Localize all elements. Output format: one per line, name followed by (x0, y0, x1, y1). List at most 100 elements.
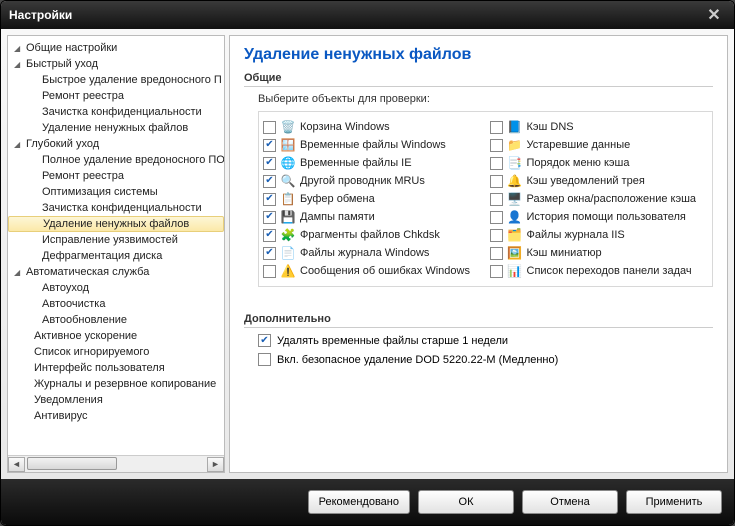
tree-item[interactable]: Удаление ненужных файлов (8, 120, 224, 136)
tree-item[interactable]: Уведомления (8, 392, 224, 408)
tree-item[interactable]: Активное ускорение (8, 328, 224, 344)
option-label: Файлы журнала IIS (527, 229, 625, 241)
tree-item[interactable]: Оптимизация системы (8, 184, 224, 200)
tree-item[interactable]: Интерфейс пользователя (8, 360, 224, 376)
tree-item[interactable]: Список игнорируемого (8, 344, 224, 360)
scroll-right-button[interactable]: ► (207, 457, 224, 472)
option-secure-delete[interactable]: Вкл. безопасное удаление DOD 5220.22-M (… (258, 353, 713, 366)
right-option[interactable]: 📁Устаревшие данные (490, 136, 709, 154)
tree-item[interactable]: Ремонт реестра (8, 88, 224, 104)
left-option[interactable]: 🧩Фрагменты файлов Chkdsk (263, 226, 482, 244)
titlebar[interactable]: Настройки ✕ (1, 1, 734, 29)
left-option[interactable]: 💾Дампы памяти (263, 208, 482, 226)
tree-item-label: Зачистка конфиденциальности (42, 106, 202, 118)
option-icon: 🗂️ (507, 227, 523, 243)
checkbox[interactable] (490, 247, 503, 260)
option-label: Корзина Windows (300, 121, 390, 133)
right-option[interactable]: 🗂️ Файлы журнала IIS (490, 226, 709, 244)
tree-item-label: Активное ускорение (34, 330, 137, 342)
right-option[interactable]: 📑 Порядок меню кэша (490, 154, 709, 172)
left-option[interactable]: 🗑️Корзина Windows (263, 118, 482, 136)
left-option[interactable]: 📋Буфер обмена (263, 190, 482, 208)
recommended-button[interactable]: Рекомендовано (308, 490, 410, 514)
tree-item[interactable]: Журналы и резервное копирование (8, 376, 224, 392)
ok-button[interactable]: ОК (418, 490, 514, 514)
option-icon: ⚠️ (280, 263, 296, 279)
left-option[interactable]: 🌐Временные файлы IE (263, 154, 482, 172)
tree-item[interactable]: Зачистка конфиденциальности (8, 200, 224, 216)
scroll-thumb[interactable] (27, 457, 117, 470)
checkbox[interactable] (490, 211, 503, 224)
checkbox[interactable] (263, 121, 276, 134)
checkbox[interactable] (490, 175, 503, 188)
tree-item[interactable]: Автоуход (8, 280, 224, 296)
settings-tree: Общие настройкиБыстрый уходБыстрое удале… (8, 36, 224, 428)
tree-item[interactable]: Антивирус (8, 408, 224, 424)
tree-item[interactable]: Автообновление (8, 312, 224, 328)
checkbox[interactable] (263, 211, 276, 224)
checkbox[interactable] (263, 229, 276, 242)
tree-item-label: Список игнорируемого (34, 346, 149, 358)
option-icon: 📄 (280, 245, 296, 261)
checkbox[interactable] (263, 247, 276, 260)
option-delete-old-temp[interactable]: Удалять временные файлы старше 1 недели (258, 334, 713, 347)
checkbox[interactable] (490, 229, 503, 242)
option-label: Порядок меню кэша (527, 157, 630, 169)
tree-item-label: Дефрагментация диска (42, 250, 162, 262)
option-icon: 🖼️ (507, 245, 523, 261)
tree-item-label: Интерфейс пользователя (34, 362, 165, 374)
left-option[interactable]: 🔍Другой проводник MRUs (263, 172, 482, 190)
checkbox[interactable] (490, 139, 503, 152)
checkbox[interactable] (263, 175, 276, 188)
right-option[interactable]: 🔔Кэш уведомлений трея (490, 172, 709, 190)
horizontal-scrollbar[interactable]: ◄ ► (8, 455, 224, 472)
checkbox[interactable] (263, 193, 276, 206)
tree-item[interactable]: Общие настройки (8, 40, 224, 56)
cancel-button[interactable]: Отмена (522, 490, 618, 514)
right-option[interactable]: 👤История помощи пользователя (490, 208, 709, 226)
checkbox[interactable] (490, 157, 503, 170)
tree-item[interactable]: Автоматическая служба (8, 264, 224, 280)
tree-item[interactable]: Полное удаление вредоносного ПО (8, 152, 224, 168)
option-icon: 👤 (507, 209, 523, 225)
checkbox[interactable] (490, 193, 503, 206)
tree-item[interactable]: Автоочистка (8, 296, 224, 312)
checkbox[interactable] (490, 121, 503, 134)
tree-item[interactable]: Дефрагментация диска (8, 248, 224, 264)
option-label: Файлы журнала Windows (300, 247, 429, 259)
scroll-left-button[interactable]: ◄ (8, 457, 25, 472)
tree-item[interactable]: Быстрый уход (8, 56, 224, 72)
settings-window: Настройки ✕ Общие настройкиБыстрый уходБ… (0, 0, 735, 526)
option-icon: 🪟 (280, 137, 296, 153)
tree-item-label: Антивирус (34, 410, 87, 422)
left-option[interactable]: ⚠️Сообщения об ошибках Windows (263, 262, 482, 280)
window-body: Общие настройкиБыстрый уходБыстрое удале… (1, 29, 734, 479)
left-option[interactable]: 🪟Временные файлы Windows (263, 136, 482, 154)
checkbox[interactable] (263, 265, 276, 278)
right-option[interactable]: 📊Список переходов панели задач (490, 262, 709, 280)
section-additional-header: Дополнительно (244, 313, 713, 328)
checkbox-secure-delete[interactable] (258, 353, 271, 366)
checkbox[interactable] (490, 265, 503, 278)
tree-item[interactable]: Удаление ненужных файлов (8, 216, 224, 232)
apply-button[interactable]: Применить (626, 490, 722, 514)
tree-item-label: Удаление ненужных файлов (42, 122, 188, 134)
tree-item[interactable]: Зачистка конфиденциальности (8, 104, 224, 120)
checkbox-delete-old-temp[interactable] (258, 334, 271, 347)
option-icon: 📘 (507, 119, 523, 135)
left-option[interactable]: 📄 Файлы журнала Windows (263, 244, 482, 262)
tree-item[interactable]: Быстрое удаление вредоносного П (8, 72, 224, 88)
right-option[interactable]: 📘Кэш DNS (490, 118, 709, 136)
tree-item[interactable]: Исправление уязвимостей (8, 232, 224, 248)
scroll-track[interactable] (25, 457, 207, 472)
close-button[interactable]: ✕ (702, 5, 726, 25)
checkbox[interactable] (263, 139, 276, 152)
option-icon: 📑 (507, 155, 523, 171)
tree-item[interactable]: Глубокий уход (8, 136, 224, 152)
tree-item-label: Оптимизация системы (42, 186, 158, 198)
right-option[interactable]: 🖼️Кэш миниатюр (490, 244, 709, 262)
option-label: Другой проводник MRUs (300, 175, 425, 187)
checkbox[interactable] (263, 157, 276, 170)
right-option[interactable]: 🖥️Размер окна/расположение кэша (490, 190, 709, 208)
tree-item[interactable]: Ремонт реестра (8, 168, 224, 184)
